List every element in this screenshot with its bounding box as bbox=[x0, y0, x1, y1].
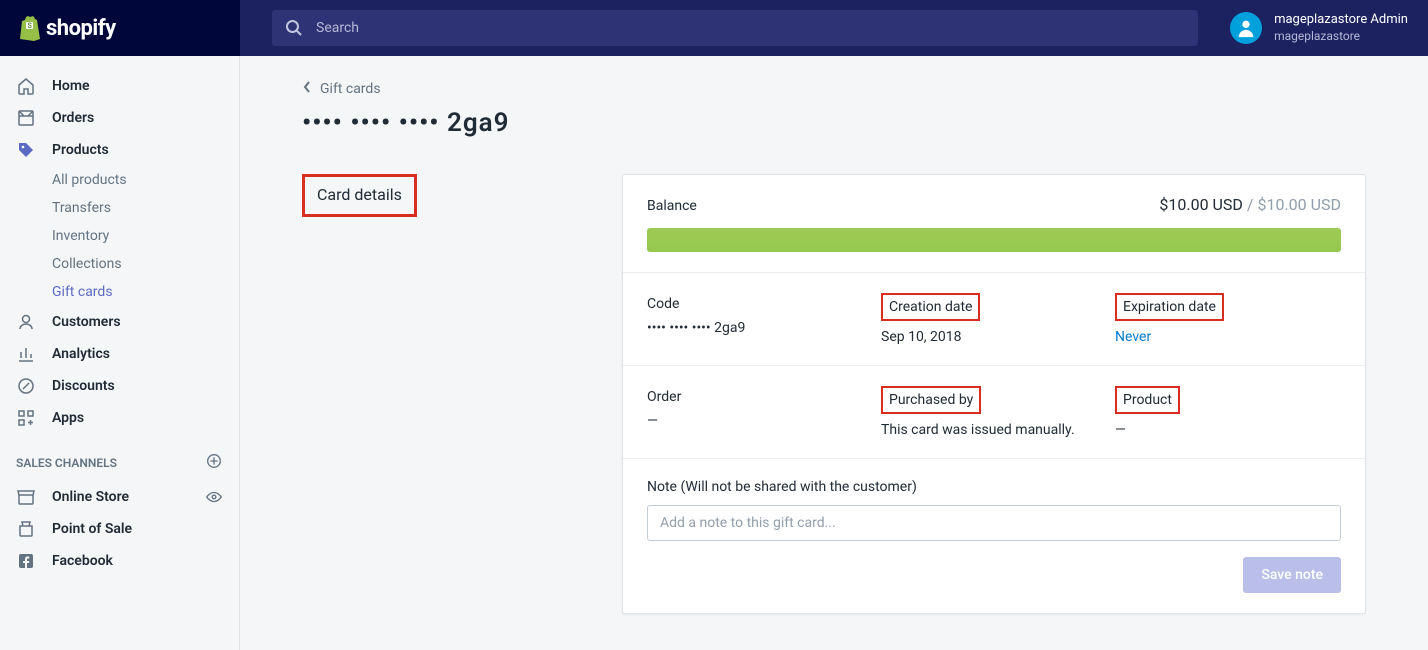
sidebar-item-label: Products bbox=[52, 142, 109, 158]
store-name: mageplazastore bbox=[1274, 29, 1408, 45]
channel-facebook[interactable]: Facebook bbox=[0, 545, 239, 577]
product-value: — bbox=[1115, 422, 1341, 438]
card-details-card: Balance $10.00 USD / $10.00 USD Code •••… bbox=[622, 174, 1366, 614]
expiration-date-value[interactable]: Never bbox=[1115, 329, 1341, 345]
code-dates-section: Code •••• •••• •••• 2ga9 Creation date S… bbox=[623, 273, 1365, 366]
back-label: Gift cards bbox=[320, 81, 381, 97]
search-icon bbox=[284, 18, 304, 38]
chevron-left-icon bbox=[302, 80, 312, 98]
sidebar-item-label: Orders bbox=[52, 110, 94, 126]
sidebar-item-customers[interactable]: Customers bbox=[0, 306, 239, 338]
note-label: Note (Will not be shared with the custom… bbox=[647, 479, 1341, 495]
user-menu[interactable]: mageplazastore Admin mageplazastore bbox=[1230, 12, 1428, 44]
sidebar-sub-inventory[interactable]: Inventory bbox=[0, 222, 239, 250]
note-input[interactable] bbox=[647, 505, 1341, 541]
sidebar-sub-collections[interactable]: Collections bbox=[0, 250, 239, 278]
sidebar-item-label: Customers bbox=[52, 314, 121, 330]
balance-section: Balance $10.00 USD / $10.00 USD bbox=[623, 175, 1365, 273]
purchased-by-label: Purchased by bbox=[881, 386, 981, 414]
sales-channels-label: SALES CHANNELS bbox=[16, 456, 117, 470]
orders-icon bbox=[16, 108, 36, 128]
sidebar-sub-gift-cards[interactable]: Gift cards bbox=[0, 278, 239, 306]
code-label: Code bbox=[647, 296, 679, 312]
balance-value: $10.00 USD / $10.00 USD bbox=[1159, 195, 1341, 214]
sidebar: Home Orders Products All products Transf… bbox=[0, 56, 240, 650]
channel-label: Point of Sale bbox=[52, 521, 132, 537]
section-title-card-details: Card details bbox=[302, 174, 417, 217]
sidebar-item-home[interactable]: Home bbox=[0, 70, 239, 102]
balance-label: Balance bbox=[647, 198, 697, 214]
sidebar-item-label: Discounts bbox=[52, 378, 115, 394]
user-name: mageplazastore Admin bbox=[1274, 12, 1408, 29]
search-input[interactable] bbox=[316, 20, 1186, 36]
sidebar-item-orders[interactable]: Orders bbox=[0, 102, 239, 134]
topbar-left: S shopify bbox=[0, 0, 240, 56]
home-icon bbox=[16, 76, 36, 96]
sales-channels-title: SALES CHANNELS bbox=[0, 434, 239, 481]
sidebar-item-discounts[interactable]: Discounts bbox=[0, 370, 239, 402]
shopify-bag-icon: S bbox=[18, 15, 42, 41]
facebook-icon bbox=[16, 551, 36, 571]
channel-label: Facebook bbox=[52, 553, 113, 569]
product-label: Product bbox=[1115, 386, 1180, 414]
sidebar-item-label: Analytics bbox=[52, 346, 110, 362]
eye-icon[interactable] bbox=[205, 488, 223, 506]
user-text: mageplazastore Admin mageplazastore bbox=[1274, 12, 1408, 44]
products-icon bbox=[16, 140, 36, 160]
discounts-icon bbox=[16, 376, 36, 396]
sidebar-sub-all-products[interactable]: All products bbox=[0, 166, 239, 194]
purchased-by-value: This card was issued manually. bbox=[881, 422, 1107, 438]
note-section: Note (Will not be shared with the custom… bbox=[623, 459, 1365, 613]
analytics-icon bbox=[16, 344, 36, 364]
channel-label: Online Store bbox=[52, 489, 129, 505]
logo-text: shopify bbox=[46, 16, 116, 41]
content: Gift cards •••• •••• •••• 2ga9 Card deta… bbox=[240, 56, 1428, 650]
sidebar-item-analytics[interactable]: Analytics bbox=[0, 338, 239, 370]
order-value: — bbox=[647, 413, 873, 429]
save-note-button[interactable]: Save note bbox=[1243, 557, 1341, 593]
sidebar-item-products[interactable]: Products bbox=[0, 134, 239, 166]
creation-date-value: Sep 10, 2018 bbox=[881, 329, 1107, 345]
order-info-section: Order — Purchased by This card was issue… bbox=[623, 366, 1365, 459]
svg-text:S: S bbox=[28, 22, 33, 30]
search-wrap bbox=[240, 10, 1230, 46]
topbar: S shopify mageplazastore Admin mageplaza… bbox=[0, 0, 1428, 56]
logo[interactable]: S shopify bbox=[18, 15, 116, 41]
balance-progress bbox=[647, 228, 1341, 252]
sidebar-item-apps[interactable]: Apps bbox=[0, 402, 239, 434]
sidebar-item-label: Home bbox=[52, 78, 90, 94]
pos-icon bbox=[16, 519, 36, 539]
order-label: Order bbox=[647, 389, 681, 405]
avatar bbox=[1230, 12, 1262, 44]
channel-online-store[interactable]: Online Store bbox=[0, 481, 239, 513]
code-value: •••• •••• •••• 2ga9 bbox=[647, 320, 873, 336]
creation-date-label: Creation date bbox=[881, 293, 980, 321]
page-title: •••• •••• •••• 2ga9 bbox=[302, 108, 1366, 138]
sidebar-item-label: Apps bbox=[52, 410, 84, 426]
back-link[interactable]: Gift cards bbox=[302, 80, 1366, 98]
customers-icon bbox=[16, 312, 36, 332]
search-bar[interactable] bbox=[272, 10, 1198, 46]
add-channel-button[interactable] bbox=[205, 452, 223, 473]
channel-pos[interactable]: Point of Sale bbox=[0, 513, 239, 545]
apps-icon bbox=[16, 408, 36, 428]
sidebar-sub-transfers[interactable]: Transfers bbox=[0, 194, 239, 222]
expiration-date-label: Expiration date bbox=[1115, 293, 1224, 321]
store-icon bbox=[16, 487, 36, 507]
